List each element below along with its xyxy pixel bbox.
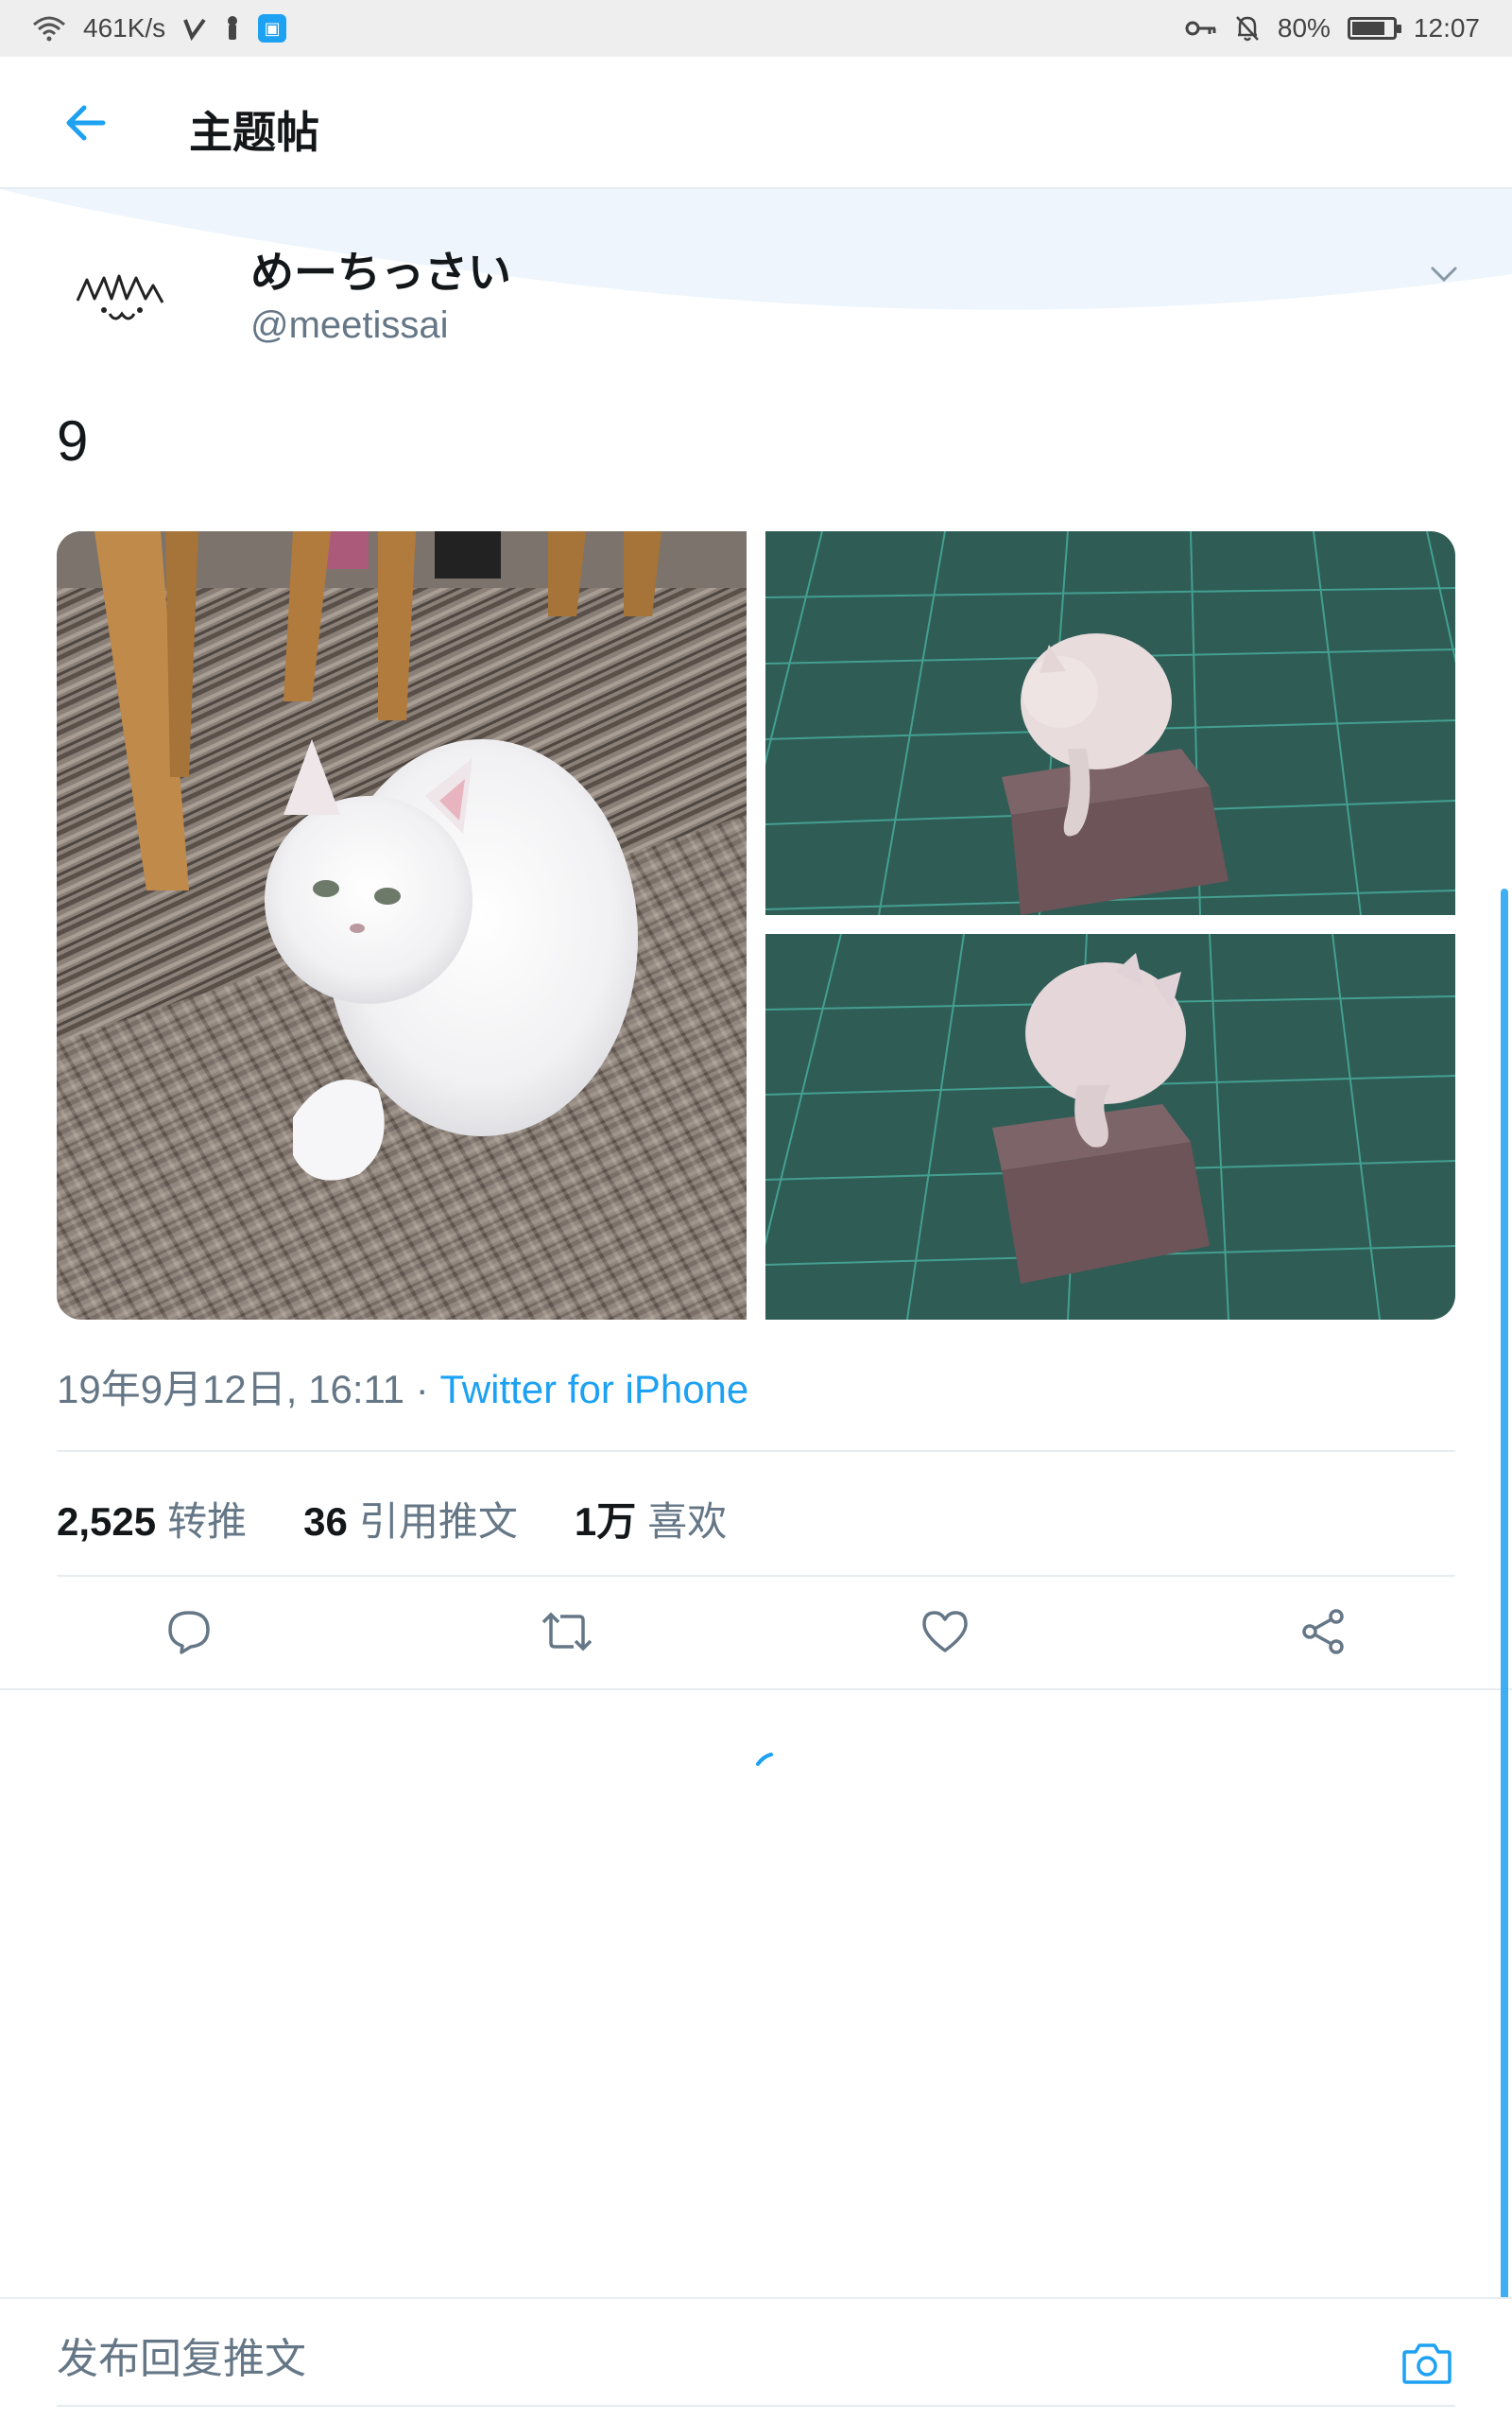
reply-composer: [0, 2297, 1512, 2420]
reply-input[interactable]: [57, 2331, 1285, 2388]
avatar-face-icon: [76, 274, 164, 320]
share-button[interactable]: [1285, 1594, 1361, 1669]
heart-icon: [922, 1611, 968, 1652]
key-icon: [1185, 19, 1217, 38]
retweet-icon: [541, 1612, 593, 1651]
likes-stat[interactable]: 1万 喜欢: [575, 1490, 727, 1547]
quotes-count: 36: [303, 1499, 348, 1544]
battery-fill: [1351, 22, 1384, 35]
photo-figurine-front[interactable]: [765, 531, 1455, 915]
status-left: 461K/s ▣: [32, 13, 287, 43]
avatar[interactable]: [57, 233, 198, 374]
bell-off-icon: [1234, 14, 1261, 43]
tweet-menu-button[interactable]: [1425, 255, 1463, 293]
retweets-stat[interactable]: 2,525 转推: [57, 1490, 247, 1547]
back-button[interactable]: [57, 98, 113, 147]
media-grid: [57, 531, 1455, 1320]
download-icon: [224, 15, 241, 42]
display-name[interactable]: めーちっさい: [250, 238, 511, 301]
chevron-down-icon: [1431, 267, 1457, 283]
retweet-button[interactable]: [529, 1594, 605, 1669]
camera-button[interactable]: [1397, 2333, 1457, 2394]
like-button[interactable]: [907, 1594, 983, 1669]
tweet-meta: 19年9月12日, 16:11 · Twitter for iPhone: [57, 1357, 748, 1415]
divider: [57, 1450, 1455, 1452]
likes-count: 1万: [574, 1499, 637, 1544]
retweets-label: 转推: [167, 1499, 248, 1544]
likes-label: 喜欢: [647, 1499, 728, 1544]
timestamp: 19年9月12日, 16:11: [57, 1367, 405, 1411]
reply-icon: [168, 1611, 210, 1654]
signal-icon: [182, 16, 207, 41]
arrow-left-icon: [66, 105, 106, 141]
battery-percent: 80%: [1277, 13, 1331, 43]
user-handle[interactable]: @meetissai: [250, 304, 449, 347]
reply-underline: [57, 2405, 1455, 2407]
app-icon: ▣: [258, 14, 287, 43]
status-right: 80% 12:07: [1185, 13, 1480, 43]
tweet-detail: めーちっさい @meetissai 9 19年9月12日, 16:11 · Tw…: [0, 189, 1512, 1690]
battery-icon: [1347, 17, 1401, 40]
tweet-actions: [0, 1594, 1512, 1669]
meta-separator: ·: [404, 1367, 440, 1411]
scrollbar[interactable]: [1501, 889, 1508, 2307]
status-bar: 461K/s ▣ 80% 12:07: [0, 0, 1512, 57]
quotes-stat[interactable]: 36 引用推文: [303, 1490, 518, 1547]
photo-figurine-back[interactable]: [765, 934, 1455, 1320]
tweet-text: 9: [57, 409, 89, 473]
wifi-icon: [32, 15, 66, 42]
header-wave-decoration: [0, 189, 1512, 310]
net-speed: 461K/s: [83, 13, 166, 43]
clock: 12:07: [1413, 13, 1480, 43]
tweet-stats: 2,525 转推 36 引用推文 1万 喜欢: [57, 1490, 727, 1547]
top-app-bar: 主题帖: [0, 57, 1512, 189]
retweets-count: 2,525: [57, 1499, 157, 1544]
share-icon: [1302, 1609, 1344, 1654]
photo-cat[interactable]: [57, 531, 747, 1320]
page-title: 主题帖: [189, 108, 319, 157]
divider: [57, 1575, 1455, 1577]
loading-spinner: [756, 1753, 775, 1771]
quotes-label: 引用推文: [358, 1499, 518, 1544]
divider: [0, 1688, 1512, 1690]
camera-icon: [1402, 2343, 1452, 2384]
source-link[interactable]: Twitter for iPhone: [439, 1367, 748, 1411]
reply-button[interactable]: [151, 1594, 227, 1669]
